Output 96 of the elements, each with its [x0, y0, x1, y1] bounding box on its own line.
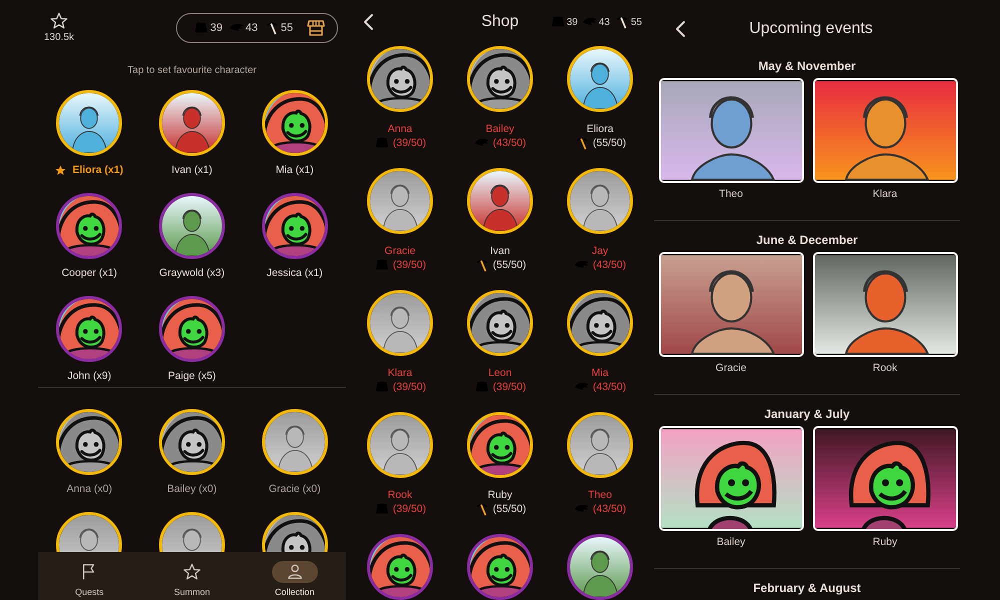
- character-avatar[interactable]: [367, 290, 433, 356]
- character-avatar[interactable]: [567, 534, 633, 600]
- currency-amount: 39: [210, 22, 222, 34]
- character-name[interactable]: Gracie: [384, 244, 416, 258]
- character-card[interactable]: [658, 426, 804, 531]
- character-name[interactable]: Anna: [388, 122, 412, 136]
- character-name: Graywold (x3): [159, 267, 225, 279]
- character-name: Paige (x5): [168, 370, 216, 382]
- character-avatar[interactable]: [56, 193, 122, 259]
- character-avatar[interactable]: [158, 193, 225, 259]
- currency-amount: 43: [598, 16, 610, 28]
- favourite-star-icon: [55, 164, 66, 176]
- character-name: Klara: [872, 188, 898, 200]
- character-name: Theo: [719, 188, 743, 200]
- character-name[interactable]: Rook: [388, 488, 412, 502]
- currency-amount: 55: [630, 16, 642, 28]
- section-title: May & November: [758, 59, 856, 73]
- character-name: Eliora (x1): [72, 164, 124, 176]
- character-name[interactable]: Klara: [388, 366, 412, 380]
- nav-tab[interactable]: Summon: [146, 555, 237, 597]
- character-name: Mia (x1): [276, 164, 314, 176]
- character-name[interactable]: Ivan: [490, 244, 510, 258]
- character-name: Cooper (x1): [62, 267, 118, 279]
- character-card[interactable]: [658, 252, 804, 357]
- character-name: Rook: [872, 362, 898, 374]
- character-avatar[interactable]: [367, 412, 433, 478]
- character-name[interactable]: Ruby: [488, 488, 512, 502]
- character-name: Gracie: [716, 362, 746, 374]
- price-label: (43/50): [492, 136, 526, 150]
- currency-amount: 55: [280, 22, 293, 34]
- character-avatar[interactable]: [467, 534, 533, 600]
- character-name[interactable]: Mia: [592, 366, 608, 380]
- character-name: John (x9): [67, 370, 112, 382]
- price-label: (43/50): [592, 502, 626, 516]
- price-label: (39/50): [392, 502, 426, 516]
- screen-title: Shop: [481, 13, 519, 31]
- character-name: Ivan (x1): [172, 164, 212, 176]
- price-label: (39/50): [392, 380, 426, 394]
- character-avatar[interactable]: [467, 412, 533, 478]
- character-avatar[interactable]: [158, 409, 225, 475]
- shop-button[interactable]: [307, 20, 325, 36]
- character-name[interactable]: Jay: [592, 244, 608, 258]
- character-avatar[interactable]: [56, 409, 122, 475]
- character-avatar[interactable]: [567, 412, 633, 478]
- currency-amount: 39: [566, 16, 578, 28]
- star-count: 130.5k: [44, 32, 74, 43]
- character-name[interactable]: Leon: [488, 366, 512, 380]
- shop-icon: [307, 20, 325, 36]
- price-label: (55/50): [592, 136, 626, 150]
- currency-amount: 43: [246, 22, 258, 34]
- chevron-left-icon: [362, 13, 374, 31]
- character-name[interactable]: Eliora: [586, 122, 614, 136]
- character-name: Ruby: [872, 536, 898, 548]
- character-avatar[interactable]: [367, 168, 433, 234]
- character-avatar[interactable]: [56, 90, 122, 156]
- character-avatar[interactable]: [158, 90, 225, 156]
- character-name[interactable]: Theo: [588, 488, 612, 502]
- character-avatar[interactable]: [367, 534, 433, 600]
- character-card[interactable]: [812, 426, 958, 531]
- nav-tab[interactable]: Quests: [44, 555, 134, 597]
- section-title: January & July: [764, 407, 850, 421]
- character-avatar[interactable]: [367, 46, 433, 112]
- character-avatar[interactable]: [567, 168, 633, 234]
- character-card[interactable]: [812, 78, 958, 183]
- character-name: Jessica (x1): [266, 267, 323, 279]
- hint-text: Tap to set favourite character: [126, 65, 258, 76]
- character-name: Gracie (x0): [268, 483, 321, 495]
- character-name: Bailey (x0): [167, 483, 217, 495]
- character-avatar[interactable]: [56, 296, 122, 362]
- character-avatar[interactable]: [467, 290, 533, 356]
- section-title: June & December: [756, 233, 858, 247]
- character-name: Anna (x0): [66, 483, 112, 495]
- character-name[interactable]: Bailey: [486, 122, 514, 136]
- character-avatar[interactable]: [467, 46, 533, 112]
- screen-title: Upcoming events: [749, 20, 873, 38]
- chevron-left-icon: [674, 20, 686, 38]
- price-label: (39/50): [392, 258, 426, 272]
- character-avatar[interactable]: [158, 296, 225, 362]
- price-label: (43/50): [592, 380, 626, 394]
- section-title: February & August: [753, 581, 861, 595]
- character-card[interactable]: [812, 252, 958, 357]
- character-avatar[interactable]: [567, 290, 633, 356]
- character-avatar[interactable]: [262, 409, 328, 475]
- character-card[interactable]: [658, 78, 804, 183]
- character-name: Bailey: [716, 536, 746, 548]
- price-label: (39/50): [392, 136, 426, 150]
- character-avatar[interactable]: [262, 193, 328, 259]
- price-label: (55/50): [492, 258, 526, 272]
- price-label: (39/50): [492, 380, 526, 394]
- price-label: (55/50): [492, 502, 526, 516]
- price-label: (43/50): [592, 258, 626, 272]
- character-avatar[interactable]: [262, 90, 328, 156]
- character-avatar[interactable]: [467, 168, 533, 234]
- character-avatar[interactable]: [567, 46, 633, 112]
- nav-tab[interactable]: Collection: [250, 555, 340, 597]
- star-icon: [50, 12, 68, 30]
